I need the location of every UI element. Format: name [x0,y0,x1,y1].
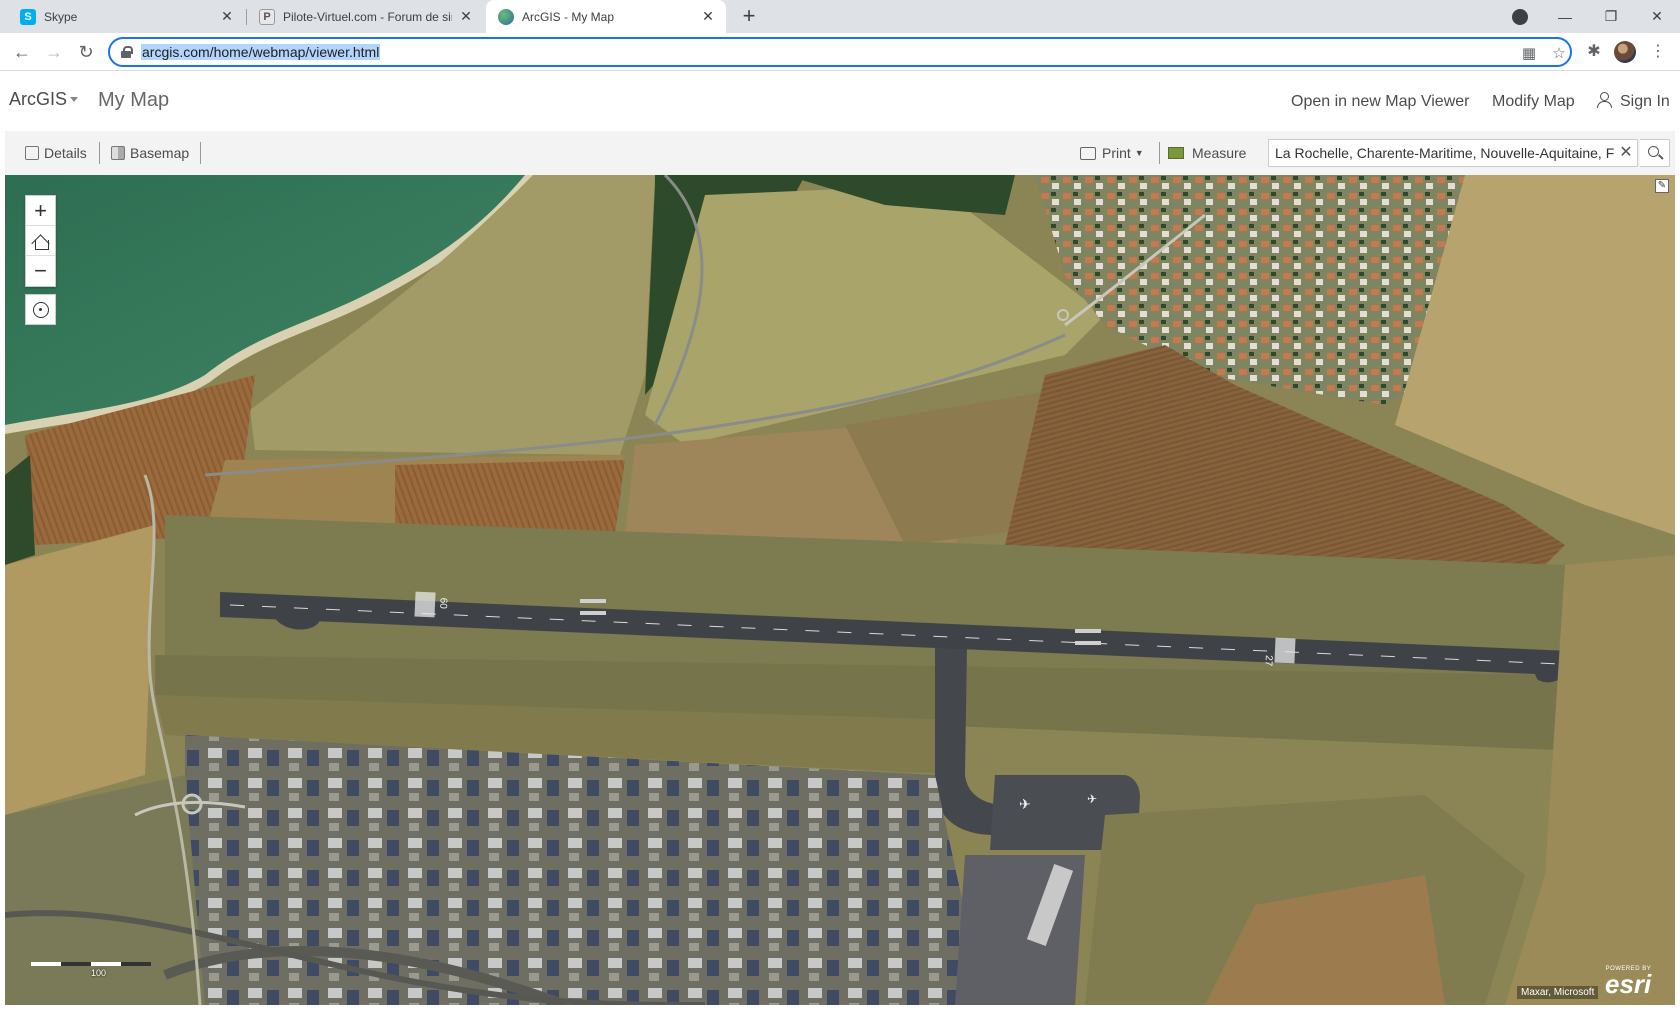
bookmark-star-icon[interactable]: ☆ [1550,45,1568,63]
map-attribution[interactable]: Maxar, Microsoft [1517,986,1599,999]
tab-title: Skype [44,9,78,24]
back-button[interactable]: ← [8,38,36,66]
user-icon [1597,92,1612,108]
tab-strip: S Skype ✕ P Pilote-Virtuel.com - Forum d… [0,0,1680,33]
zoom-out-button[interactable]: − [26,256,55,286]
lock-icon[interactable] [121,46,133,58]
close-icon[interactable]: ✕ [700,8,716,25]
forward-button[interactable]: → [40,38,68,66]
chevron-down-icon[interactable] [70,97,78,102]
close-icon[interactable]: ✕ [458,8,474,25]
print-button[interactable]: Print ▼ [1080,143,1144,163]
search-input[interactable] [1269,140,1619,166]
home-icon [32,233,50,250]
runway-label-27: 27 [1262,655,1274,667]
basemap-icon [111,146,125,160]
close-window-button[interactable]: ✕ [1634,0,1680,33]
scale-segment [121,962,151,966]
details-icon [25,146,39,160]
arcgis-header: ArcGIS My Map Open in new Map Viewer Mod… [0,71,1680,131]
scale-label: 100 [91,968,107,978]
open-new-viewer-link[interactable]: Open in new Map Viewer [1291,93,1469,111]
scale-bar: 100 [31,962,151,978]
printer-icon [1080,146,1096,160]
tab-search-icon[interactable] [1512,9,1528,25]
zoom-in-button[interactable]: + [26,196,55,226]
browser-toolbar: ← → ↻ arcgis.com/home/webmap/viewer.html… [0,33,1680,71]
clear-search-icon[interactable]: ✕ [1617,144,1635,162]
measure-label: Measure [1192,145,1247,161]
skype-icon: S [20,8,36,25]
close-icon[interactable]: ✕ [219,8,235,25]
locate-button[interactable] [25,294,56,325]
chevron-down-icon: ▼ [1134,148,1144,158]
esri-logo[interactable]: POWERED BY esri [1605,966,1651,998]
url-text[interactable]: arcgis.com/home/webmap/viewer.html [141,44,381,60]
expand-icon[interactable]: ✎ [1655,179,1669,193]
map-view[interactable]: 09 27 ✈ ✈ + − ✎ 100 Maxar, Microsoft POW… [5,175,1675,1005]
minimize-button[interactable]: — [1542,0,1588,33]
measure-button[interactable]: Measure [1168,143,1246,163]
scale-segment [31,962,61,966]
tab-title: ArcGIS - My Map [522,9,615,24]
arcgis-brand[interactable]: ArcGIS [9,89,67,110]
tab-skype[interactable]: S Skype ✕ [8,0,245,33]
crosshair-icon [32,301,49,318]
modify-map-link[interactable]: Modify Map [1492,93,1575,111]
home-button[interactable] [26,226,55,256]
tab-title: Pilote-Virtuel.com - Forum de sim [283,9,452,24]
print-label: Print [1102,145,1131,161]
esri-wordmark: esri [1605,969,1652,999]
ruler-icon [1168,147,1184,159]
forum-icon: P [259,8,275,25]
basemap-button[interactable]: Basemap [111,143,189,163]
toolbar-divider [99,142,100,164]
reload-button[interactable]: ↻ [72,38,100,66]
toolbar-divider [200,142,201,164]
zoom-control: + − [25,195,56,287]
search-button[interactable] [1640,139,1670,167]
menu-kebab-icon[interactable]: ⋮ [1646,40,1670,64]
tab-pilote-virtuel[interactable]: P Pilote-Virtuel.com - Forum de sim ✕ [247,0,484,33]
toolbar-divider [1159,142,1160,164]
tab-arcgis[interactable]: ArcGIS - My Map ✕ [486,0,726,33]
scale-segment [91,962,121,966]
details-label: Details [44,145,87,161]
extensions-icon[interactable]: ✱ [1582,40,1606,64]
address-bar[interactable]: arcgis.com/home/webmap/viewer.html ▦ ☆ [108,37,1572,67]
new-tab-button[interactable]: + [737,5,761,29]
restore-button[interactable]: ❐ [1588,0,1634,33]
qr-code-icon[interactable]: ▦ [1520,45,1538,63]
scale-segment [61,962,91,966]
svg-text:✈: ✈ [1087,792,1097,806]
details-button[interactable]: Details [25,143,87,163]
globe-icon [498,8,514,25]
location-search[interactable] [1268,139,1638,167]
sign-in-link[interactable]: Sign In [1620,93,1670,111]
satellite-imagery[interactable]: 09 27 ✈ ✈ [5,175,1675,1005]
page-title: My Map [98,89,170,111]
basemap-label: Basemap [130,145,190,161]
svg-text:✈: ✈ [1019,797,1031,813]
profile-avatar[interactable] [1614,41,1636,63]
runway-label-09: 09 [439,597,451,609]
map-toolbar: Details Basemap Print ▼ Measure ✕ [5,131,1675,175]
